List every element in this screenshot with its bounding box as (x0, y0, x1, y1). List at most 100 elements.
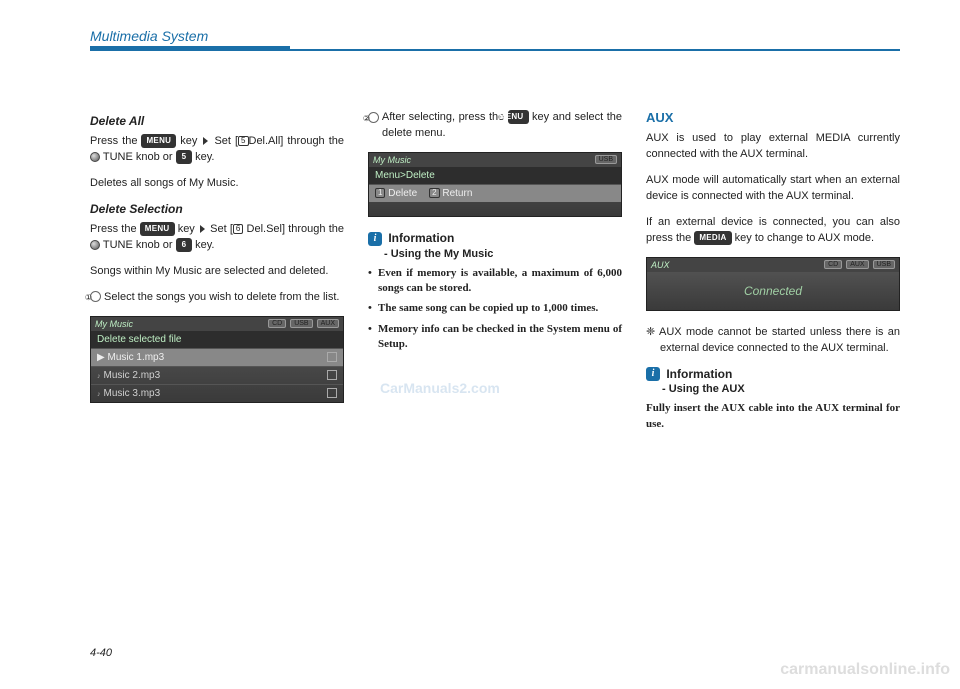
bullet-item: Even if memory is available, a maximum o… (368, 266, 622, 297)
step-2-num-icon: ② (368, 112, 379, 123)
menu-button-icon: MENU (140, 222, 175, 236)
text: key (178, 223, 195, 235)
info-subheading: - Using the My Music (384, 248, 622, 260)
text: Del.All] through the (249, 135, 345, 147)
file-name: Music 2.mp3 (104, 370, 161, 381)
bullet-item: The same song can be copied up to 1,000 … (368, 301, 622, 316)
info-icon: i (646, 367, 660, 381)
screen-header: AUX CD AUX USB (647, 258, 899, 272)
usb-badge-icon: USB (873, 260, 895, 269)
header-rule-accent (90, 46, 290, 51)
file-name: Music 1.mp3 (107, 352, 164, 363)
text: After selecting, press the (379, 111, 508, 123)
text: Set [ (210, 223, 233, 235)
info-label: Information (388, 231, 454, 245)
screen-subtitle: Delete selected file (91, 331, 343, 348)
menu-button-icon: MENU (141, 134, 176, 148)
aux-badge-icon: AUX (317, 319, 339, 328)
step-1: ① Select the songs you wish to delete fr… (90, 290, 344, 306)
menu-button-icon: MENU (508, 110, 529, 124)
option-1-icon: 1 (375, 188, 385, 198)
screen-aux: AUX CD AUX USB Connected (646, 257, 900, 311)
usb-badge-icon: USB (290, 319, 312, 328)
text: key. (195, 239, 214, 251)
key-6-icon: 6 (176, 238, 192, 252)
menu-label: Delete (388, 188, 417, 199)
info-icon: i (368, 232, 382, 246)
file-name: Music 3.mp3 (104, 388, 161, 399)
watermark-corner: carmanualsonline.info (780, 661, 950, 679)
section-title: Multimedia System (90, 28, 900, 47)
screen-delete-menu: My Music USB Menu>Delete 1 Delete 2 Retu… (368, 152, 622, 217)
key-5-icon: 5 (176, 150, 192, 164)
screen-subtitle: Menu>Delete (369, 167, 621, 184)
list-item: ▶ Music 1.mp3 (91, 348, 343, 366)
delete-sel-p1: Press the MENU key Set [6 Del.Sel] throu… (90, 222, 344, 254)
cd-badge-icon: CD (268, 319, 286, 328)
info-aux-body: Fully insert the AUX cable into the AUX … (646, 401, 900, 433)
text: Set [ (214, 135, 238, 147)
tune-knob-icon (90, 152, 100, 162)
list-item: ♪Music 3.mp3 (91, 384, 343, 402)
menu-row: 1 Delete 2 Return (369, 184, 621, 202)
option-5-icon: 5 (238, 136, 248, 146)
screen-header: My Music USB (369, 153, 621, 167)
delete-sel-p2: Songs within My Music are selected and d… (90, 264, 344, 280)
note-icon: ♪ (97, 373, 101, 380)
screen-header: My Music CD USB AUX (91, 317, 343, 331)
info-label: Information (666, 367, 732, 381)
tune-knob-icon (90, 240, 100, 250)
info-heading: i Information (646, 367, 900, 382)
watermark-center: CarManuals2.com (380, 380, 500, 396)
option-2-icon: 2 (429, 188, 439, 198)
delete-selection-heading: Delete Selection (90, 202, 344, 216)
info-subheading: - Using the AUX (662, 383, 900, 395)
aux-note: ❈ AUX mode cannot be started unless ther… (646, 325, 900, 357)
aux-heading: AUX (646, 110, 900, 125)
checkbox-icon (327, 388, 337, 398)
text: key to change to AUX mode. (735, 232, 874, 244)
column-1: Delete All Press the MENU key Set [5Del.… (90, 110, 344, 443)
text: TUNE knob or (103, 239, 176, 251)
delete-all-p1: Press the MENU key Set [5Del.All] throug… (90, 134, 344, 166)
aux-badge-icon: AUX (846, 260, 868, 269)
play-arrow-icon: ▶ (97, 352, 105, 363)
text: TUNE knob or (103, 151, 176, 163)
screen-delete-list: My Music CD USB AUX Delete selected file… (90, 316, 344, 403)
info-heading: i Information (368, 231, 622, 246)
aux-p2: AUX mode will automatically start when a… (646, 173, 900, 205)
menu-label: Return (442, 188, 472, 199)
info-bullets: Even if memory is available, a maximum o… (368, 266, 622, 353)
delete-all-heading: Delete All (90, 114, 344, 128)
aux-p1: AUX is used to play external MEDIA curre… (646, 131, 900, 163)
text: key (180, 135, 197, 147)
bullet-item: Memory info can be checked in the System… (368, 322, 622, 353)
text: Del.Sel] through the (243, 223, 344, 235)
page-header: Multimedia System (90, 28, 900, 51)
screen-title: My Music (373, 155, 411, 165)
page-number: 4-40 (90, 647, 112, 659)
arrow-right-icon (200, 225, 205, 233)
column-3: AUX AUX is used to play external MEDIA c… (646, 110, 900, 443)
arrow-right-icon (203, 137, 208, 145)
delete-all-p2: Deletes all songs of My Music. (90, 176, 344, 192)
text: AUX mode cannot be started unless there … (659, 326, 900, 354)
text: Press the (90, 223, 140, 235)
list-item: ♪Music 2.mp3 (91, 366, 343, 384)
text: Press the (90, 135, 141, 147)
screen-connected: Connected (647, 272, 899, 310)
reference-mark-icon: ❈ (646, 326, 659, 338)
checkbox-icon (327, 370, 337, 380)
screen-title: My Music (95, 319, 133, 329)
cd-badge-icon: CD (824, 260, 842, 269)
aux-p3: If an external device is connected, you … (646, 215, 900, 247)
text: Select the songs you wish to delete from… (101, 291, 339, 303)
option-6-icon: 6 (233, 224, 243, 234)
usb-badge-icon: USB (595, 155, 617, 164)
media-button-icon: MEDIA (694, 231, 731, 245)
note-icon: ♪ (97, 391, 101, 398)
text: key. (195, 151, 214, 163)
checkbox-icon (327, 352, 337, 362)
screen-title: AUX (651, 260, 670, 270)
step-2: ② After selecting, press the MENU key an… (368, 110, 622, 142)
